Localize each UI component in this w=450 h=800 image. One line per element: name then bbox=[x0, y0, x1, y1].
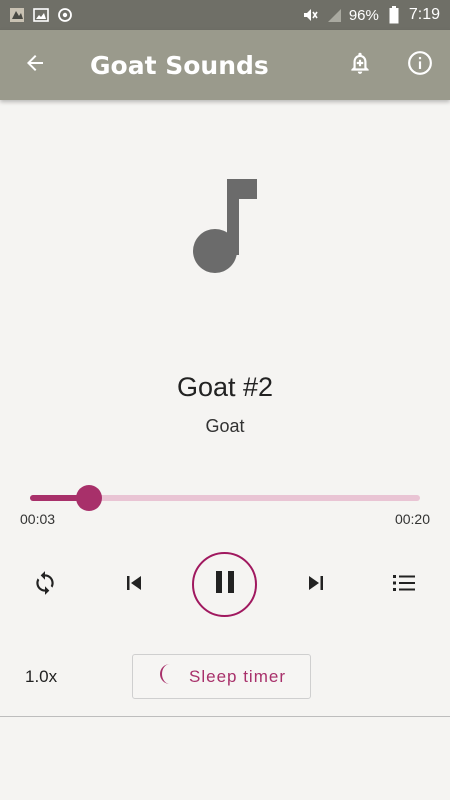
sync-icon bbox=[56, 6, 74, 24]
page-title: Goat Sounds bbox=[90, 50, 269, 80]
add-alarm-button[interactable] bbox=[330, 30, 390, 100]
image-icon bbox=[32, 6, 50, 24]
previous-button[interactable] bbox=[116, 567, 152, 603]
battery-percent: 96% bbox=[348, 6, 379, 24]
add-alarm-icon bbox=[347, 50, 373, 81]
arrow-back-icon bbox=[23, 51, 47, 80]
sleep-timer-button[interactable]: Sleep timer bbox=[132, 654, 311, 699]
next-button[interactable] bbox=[298, 567, 334, 603]
seek-thumb[interactable] bbox=[76, 485, 102, 511]
seek-bar[interactable] bbox=[30, 485, 420, 511]
mute-icon bbox=[301, 6, 319, 24]
music-note-icon bbox=[185, 175, 265, 275]
track-subtitle: Goat bbox=[205, 416, 245, 436]
total-duration: 00:20 bbox=[394, 511, 430, 527]
track-title: Goat #2 bbox=[176, 372, 274, 402]
playlist-button[interactable] bbox=[386, 567, 422, 603]
skip-previous-icon bbox=[122, 571, 146, 600]
info-icon bbox=[407, 50, 433, 81]
divider bbox=[0, 716, 450, 717]
repeat-button[interactable] bbox=[27, 567, 63, 603]
notification-app-icon bbox=[8, 6, 26, 24]
moon-icon bbox=[157, 663, 177, 690]
battery-icon bbox=[385, 6, 403, 24]
playback-speed[interactable]: 1.0x bbox=[25, 667, 57, 687]
pause-icon bbox=[213, 569, 237, 600]
back-button[interactable] bbox=[0, 30, 70, 100]
elapsed-time: 00:03 bbox=[20, 511, 56, 527]
clock: 7:19 bbox=[408, 6, 440, 23]
status-bar: 96% 7:19 bbox=[0, 0, 450, 30]
playlist-icon bbox=[391, 571, 417, 600]
pause-button[interactable] bbox=[192, 552, 257, 617]
status-right: 96% 7:19 bbox=[301, 6, 440, 24]
status-left bbox=[8, 6, 74, 24]
repeat-icon bbox=[32, 570, 58, 601]
signal-icon bbox=[325, 6, 343, 24]
info-button[interactable] bbox=[390, 30, 450, 100]
skip-next-icon bbox=[304, 571, 328, 600]
app-bar: Goat Sounds bbox=[0, 30, 450, 100]
sleep-timer-label: Sleep timer bbox=[189, 666, 286, 686]
